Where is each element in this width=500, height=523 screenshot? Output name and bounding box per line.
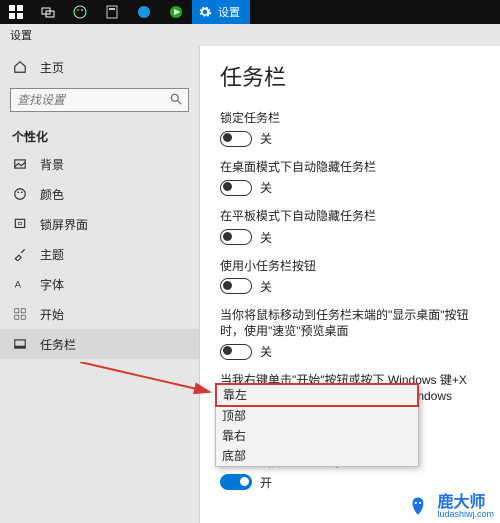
setting-autohide-desktop: 在桌面模式下自动隐藏任务栏 关	[220, 159, 480, 196]
toggle-state: 关	[260, 278, 272, 295]
toggle-state: 开	[260, 474, 272, 491]
sidebar-item-colors[interactable]: 颜色	[0, 179, 199, 209]
sidebar-section-title: 个性化	[0, 122, 199, 149]
svg-text:A: A	[15, 280, 22, 290]
sidebar-item-taskbar[interactable]: 任务栏	[0, 329, 199, 359]
setting-peek-desktop: 当你将鼠标移动到任务栏末端的"显示桌面"按钮时，使用"速览"预览桌面 关	[220, 307, 480, 360]
windows-logo-icon	[9, 5, 23, 19]
dropdown-option-right[interactable]: 靠右	[216, 426, 418, 446]
setting-small-buttons: 使用小任务栏按钮 关	[220, 258, 480, 295]
sidebar-search[interactable]	[10, 88, 189, 112]
play-icon	[169, 5, 183, 19]
task-view-icon	[41, 5, 55, 19]
dropdown-option-bottom[interactable]: 底部	[216, 446, 418, 466]
sidebar-item-fonts[interactable]: A 字体	[0, 269, 199, 299]
watermark: 鹿大师 ludashiwj.com	[405, 488, 494, 519]
toggle-show-badges[interactable]	[220, 474, 252, 490]
sidebar-item-label: 颜色	[40, 186, 64, 203]
dropdown-option-left[interactable]: 靠左	[215, 383, 419, 407]
palette-icon	[73, 5, 87, 19]
taskbar-app-paint[interactable]	[64, 0, 96, 24]
toggle-autohide-tablet[interactable]	[220, 229, 252, 245]
taskbar: 设置	[0, 0, 500, 24]
sidebar-home[interactable]: 主页	[0, 52, 199, 82]
page-title: 任务栏	[220, 60, 480, 92]
sidebar-item-label: 背景	[40, 156, 64, 173]
sidebar-item-start[interactable]: 开始	[0, 299, 199, 329]
task-view-button[interactable]	[32, 0, 64, 24]
lock-icon	[12, 216, 28, 232]
setting-autohide-tablet: 在平板模式下自动隐藏任务栏 关	[220, 208, 480, 245]
palette-icon	[12, 186, 28, 202]
sidebar-item-label: 主题	[40, 246, 64, 263]
taskbar-app-media[interactable]	[160, 0, 192, 24]
taskbar-app-edge[interactable]	[128, 0, 160, 24]
sidebar-item-lockscreen[interactable]: 锁屏界面	[0, 209, 199, 239]
dropdown-option-top[interactable]: 顶部	[216, 406, 418, 426]
sidebar-item-label: 任务栏	[40, 336, 76, 353]
toggle-state: 关	[260, 343, 272, 360]
toggle-state: 关	[260, 229, 272, 246]
sidebar-item-background[interactable]: 背景	[0, 149, 199, 179]
setting-label: 当你将鼠标移动到任务栏末端的"显示桌面"按钮时，使用"速览"预览桌面	[220, 307, 480, 339]
sidebar-item-label: 字体	[40, 276, 64, 293]
search-icon	[169, 92, 183, 109]
start-grid-icon	[12, 306, 28, 322]
sidebar: 主页 个性化 背景 颜色 锁屏界面	[0, 46, 200, 523]
search-input[interactable]	[10, 88, 189, 112]
watermark-url: ludashiwj.com	[437, 509, 494, 519]
toggle-autohide-desktop[interactable]	[220, 180, 252, 196]
toggle-state: 关	[260, 130, 272, 147]
brush-icon	[12, 246, 28, 262]
taskbar-app-settings-active[interactable]: 设置	[192, 0, 250, 24]
sidebar-item-label: 主页	[40, 59, 64, 76]
taskbar-app-calculator[interactable]	[96, 0, 128, 24]
taskbar-app-label: 设置	[218, 4, 240, 20]
toggle-small-buttons[interactable]	[220, 278, 252, 294]
setting-lock-taskbar: 锁定任务栏 关	[220, 110, 480, 147]
calculator-icon	[106, 5, 118, 19]
gear-icon	[198, 5, 212, 19]
taskbar-icon	[12, 336, 28, 352]
edge-icon	[137, 5, 151, 19]
home-icon	[12, 59, 28, 75]
start-button[interactable]	[0, 0, 32, 24]
sidebar-item-label: 锁屏界面	[40, 216, 88, 233]
image-icon	[12, 156, 28, 172]
toggle-state: 关	[260, 179, 272, 196]
sidebar-item-label: 开始	[40, 306, 64, 323]
setting-label: 在桌面模式下自动隐藏任务栏	[220, 159, 480, 175]
deer-logo-icon	[405, 491, 431, 517]
sidebar-item-themes[interactable]: 主题	[0, 239, 199, 269]
setting-label: 在平板模式下自动隐藏任务栏	[220, 208, 480, 224]
window-title: 设置	[0, 24, 500, 46]
toggle-peek-desktop[interactable]	[220, 344, 252, 360]
taskbar-position-dropdown[interactable]: 靠左 顶部 靠右 底部	[215, 383, 419, 467]
setting-label: 锁定任务栏	[220, 110, 480, 126]
toggle-lock-taskbar[interactable]	[220, 131, 252, 147]
font-icon: A	[12, 276, 28, 292]
setting-label: 使用小任务栏按钮	[220, 258, 480, 274]
